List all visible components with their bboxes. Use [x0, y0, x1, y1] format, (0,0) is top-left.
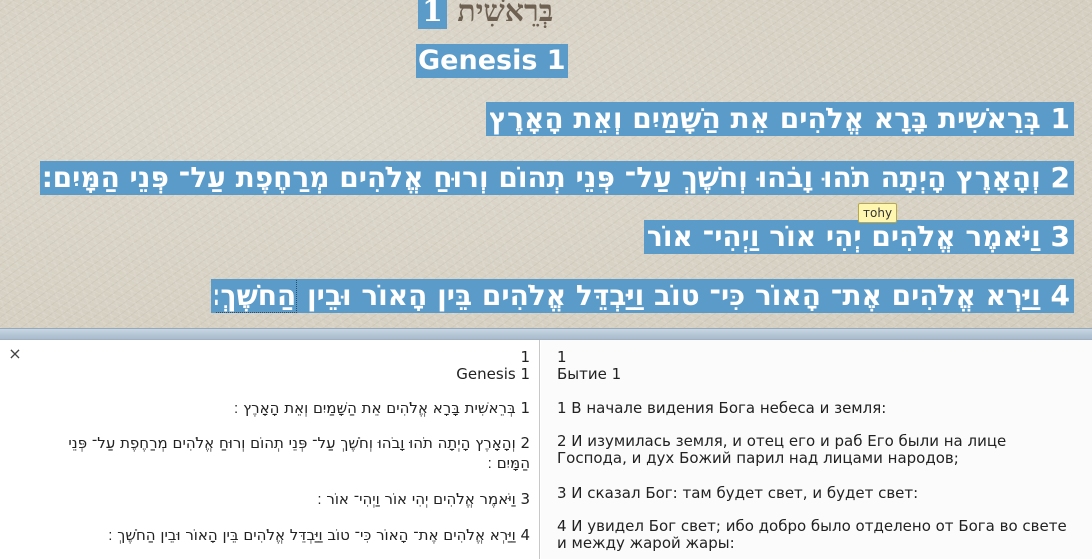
right-verse-3: 3 И сказал Бог: там будет свет, и будет … — [557, 484, 919, 502]
reader-pane[interactable]: בְּרֵאשִׁית 1 Genesis 1 1 בְּרֵאשִׁית בָ… — [0, 0, 1092, 328]
verse-line-3[interactable]: 3 וַיֹּאמֶר אֱלֹהִים יְהִי אוֹר וַיְהִי־… — [644, 220, 1074, 254]
verse-text-2: 2 וְהָאָרֶץ הָיְתָה תֹהוּ וָבֹהוּ וְחֹשֶ… — [44, 161, 1070, 194]
word-tooltip: тоhy — [858, 203, 898, 223]
hebrew-chapter-title: בְּרֵאשִׁית 1 — [418, 0, 553, 30]
left-verse-3: 3 וַיֹּאמֶר אֱלֹהִים יְהִי אוֹר וַיְהִי־… — [317, 490, 530, 508]
translation-pane[interactable]: 1 Бытие 1 1 В начале видения Бога небеса… — [541, 340, 1092, 559]
left-verse-1: 1 בְּרֵאשִׁית בָּרָא אֱלֹהִים אֵת הַשָּׁ… — [233, 399, 530, 417]
verse-text-4-main: 4 וַיַּרְא אֱלֹהִים אֶת־ הָאוֹר כִּי־ טו… — [307, 279, 1070, 312]
verse-line-4[interactable]: 4 וַיַּרְא אֱלֹהִים אֶת־ הָאוֹר כִּי־ טו… — [211, 279, 1074, 313]
left-verse-2: 2 וְהָאָרֶץ הָיְתָה תֹהוּ וָבֹהוּ וְחֹשֶ… — [68, 434, 530, 472]
verse-text-4: 4 וַיַּרְא אֱלֹהִים אֶת־ הָאוֹר כִּי־ טו… — [215, 279, 1070, 313]
english-chapter-title: Genesis 1 — [416, 44, 568, 78]
verse-line-1[interactable]: 1 בְּרֵאשִׁית בָּרָא אֱלֹהִים אֵת הַשָּׁ… — [486, 102, 1074, 136]
verse-text-1: 1 בְּרֵאשִׁית בָּרָא אֱלֹהִים אֵת הַשָּׁ… — [490, 102, 1070, 135]
hebrew-text-pane[interactable]: × 1 Genesis 1 1 בְּרֵאשִׁית בָּרָא אֱלֹה… — [0, 340, 540, 559]
verse-line-2[interactable]: 2 וְהָאָרֶץ הָיְתָה תֹהוּ וָבֹהוּ וְחֹשֶ… — [40, 161, 1074, 195]
right-chapter-number: 1 — [557, 348, 567, 366]
hebrew-title-word: בְּרֵאשִׁית — [457, 0, 554, 29]
verse-text-3: 3 וַיֹּאמֶר אֱלֹהִים יְהִי אוֹר וַיְהִי־… — [648, 220, 1070, 253]
hebrew-title-number: 1 — [418, 0, 447, 29]
left-chapter-title: Genesis 1 — [456, 365, 530, 383]
right-chapter-title: Бытие 1 — [557, 365, 622, 383]
pane-splitter[interactable] — [0, 328, 1092, 340]
right-verse-1: 1 В начале видения Бога небеса и земля: — [557, 399, 887, 417]
right-verse-2: 2 И изумилась земля, и отец его и раб Ег… — [557, 432, 1007, 467]
hovered-word[interactable]: הַחֹשֶׁךְ׃ — [215, 279, 298, 313]
left-chapter-number: 1 — [520, 348, 530, 366]
left-verse-4: 4 וַיַּרְא אֱלֹהִים אֶת־ הָאוֹר כִּי־ טו… — [108, 526, 530, 544]
close-icon[interactable]: × — [7, 346, 23, 362]
right-verse-4: 4 И увидел Бог свет; ибо добро было отде… — [557, 517, 1067, 552]
